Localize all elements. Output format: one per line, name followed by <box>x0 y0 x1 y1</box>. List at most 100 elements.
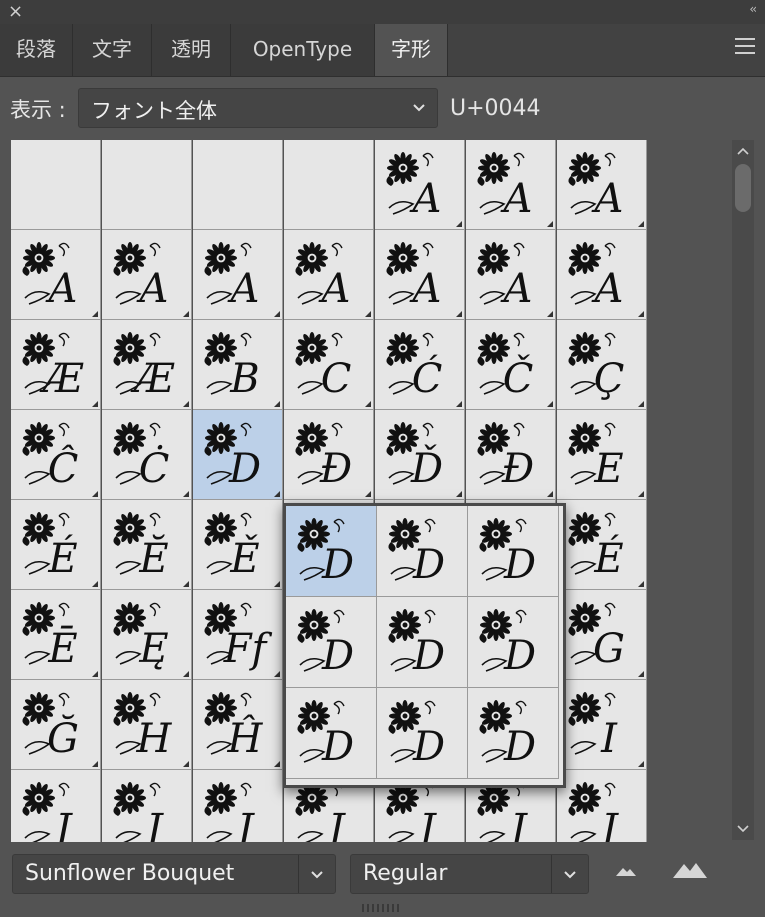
glyph-cell[interactable]: J <box>193 770 283 842</box>
font-style-dropdown[interactable]: Regular <box>350 854 589 894</box>
alternates-flag-icon <box>274 491 280 497</box>
alternate-glyph-cell[interactable]: D <box>468 597 559 688</box>
empty-glyph-cell[interactable] <box>284 140 374 230</box>
glyph-letter: A <box>318 266 351 312</box>
alternates-flag-icon <box>92 671 98 677</box>
glyph-cell[interactable]: J <box>11 770 101 842</box>
font-style-value: Regular <box>363 861 448 886</box>
glyph-letter: E <box>593 446 623 492</box>
glyph-letter: Ć <box>412 355 443 402</box>
empty-glyph-cell[interactable] <box>193 140 283 230</box>
alternate-glyph-cell[interactable]: D <box>286 688 377 779</box>
alternate-glyph-cell[interactable]: D <box>377 688 468 779</box>
glyph-cell[interactable]: Ę <box>102 590 192 680</box>
glyph-cell[interactable]: Ē <box>11 590 101 680</box>
alternate-glyph-cell[interactable]: D <box>468 688 559 779</box>
glyph-cell[interactable]: B <box>193 320 283 410</box>
mountain-small-icon[interactable] <box>614 864 638 878</box>
alternate-glyph-cell[interactable]: D <box>377 597 468 688</box>
glyph-letter: D <box>412 724 445 770</box>
chevron-down-icon <box>311 871 323 879</box>
mountain-large-icon[interactable] <box>672 860 708 880</box>
glyph-cell[interactable]: A <box>557 230 647 320</box>
glyph-cell[interactable]: Ĉ <box>11 410 101 500</box>
glyph-cell[interactable]: J <box>557 770 647 842</box>
glyph-cell[interactable]: Ç <box>557 320 647 410</box>
glyph-cell[interactable]: A <box>375 230 465 320</box>
alternates-flag-icon <box>547 401 553 407</box>
glyph-letter: Đ <box>501 446 534 492</box>
glyph-letter: Æ <box>39 356 84 402</box>
alternate-glyph-cell[interactable]: D <box>286 597 377 688</box>
alternates-flag-icon <box>365 311 371 317</box>
sunflower-glyph-art: É <box>22 512 78 582</box>
alternates-flag-icon <box>183 311 189 317</box>
scroll-up-icon[interactable] <box>737 146 749 156</box>
tab-opentype[interactable]: OpenType <box>231 24 375 76</box>
glyph-cell[interactable]: A <box>11 230 101 320</box>
font-family-dropdown[interactable]: Sunflower Bouquet <box>12 854 336 894</box>
sunflower-glyph-art: D <box>479 700 536 770</box>
scroll-thumb[interactable] <box>735 164 751 212</box>
glyph-cell[interactable]: E <box>557 410 647 500</box>
glyph-cell[interactable]: J <box>102 770 192 842</box>
close-icon[interactable]: × <box>8 1 23 22</box>
alternate-glyph-cell[interactable]: D <box>468 506 559 597</box>
sunflower-glyph-art: Č <box>477 332 533 402</box>
empty-glyph-cell[interactable] <box>11 140 101 230</box>
glyph-letter: A <box>227 266 260 312</box>
glyph-letter: J <box>503 806 528 842</box>
glyph-cell[interactable]: C <box>284 320 374 410</box>
glyph-cell[interactable]: É <box>557 500 647 590</box>
sunflower-glyph-art: D <box>388 518 445 588</box>
hamburger-menu-icon[interactable] <box>735 38 755 56</box>
alternate-glyph-cell[interactable]: D <box>377 506 468 597</box>
glyph-cell[interactable]: Æ <box>11 320 101 410</box>
glyph-cell[interactable]: Ě <box>193 500 283 590</box>
sunflower-glyph-art: Ĉ <box>22 422 78 492</box>
alternate-glyph-cell[interactable]: D <box>286 506 377 597</box>
glyph-cell[interactable]: D <box>193 410 283 500</box>
glyph-cell[interactable]: A <box>375 140 465 230</box>
tab-character[interactable]: 文字 <box>73 24 152 76</box>
glyph-cell[interactable]: A <box>102 230 192 320</box>
glyph-cell[interactable]: H <box>102 680 192 770</box>
glyph-cell[interactable]: Ĕ <box>102 500 192 590</box>
glyph-cell[interactable]: A <box>193 230 283 320</box>
glyph-cell[interactable]: É <box>11 500 101 590</box>
tab-transparency[interactable]: 透明 <box>152 24 231 76</box>
scroll-down-icon[interactable] <box>737 824 749 834</box>
collapse-panel-icon[interactable]: ‹‹ <box>749 2 756 16</box>
alternates-flag-icon <box>274 581 280 587</box>
tab-glyphs[interactable]: 字形 <box>375 24 448 76</box>
glyph-cell[interactable]: A <box>284 230 374 320</box>
alternates-flag-icon <box>547 491 553 497</box>
glyph-cell[interactable]: Ğ <box>11 680 101 770</box>
show-dropdown[interactable]: フォント全体 <box>78 88 438 128</box>
glyph-cell[interactable]: Ď <box>375 410 465 500</box>
tab-paragraph[interactable]: 段落 <box>0 24 73 76</box>
glyph-cell[interactable]: I <box>557 680 647 770</box>
sunflower-glyph-art: A <box>386 242 441 312</box>
resize-grip-icon[interactable] <box>362 904 402 912</box>
sunflower-glyph-art: Ę <box>113 602 169 672</box>
glyph-cell[interactable]: Ĥ <box>193 680 283 770</box>
empty-glyph-cell[interactable] <box>102 140 192 230</box>
show-label: 表示 : <box>10 98 66 122</box>
glyph-cell[interactable]: Đ <box>466 410 556 500</box>
glyph-cell[interactable]: Đ <box>284 410 374 500</box>
glyph-cell[interactable]: Ċ <box>102 410 192 500</box>
glyph-cell[interactable]: Ć <box>375 320 465 410</box>
glyph-cell[interactable]: A <box>466 230 556 320</box>
glyph-cell[interactable]: A <box>557 140 647 230</box>
sunflower-glyph-art: Đ <box>295 422 352 492</box>
glyph-cell[interactable]: Æ <box>102 320 192 410</box>
glyph-cell[interactable]: Ff <box>193 590 283 680</box>
glyph-cell[interactable]: A <box>466 140 556 230</box>
sunflower-glyph-art: Ĕ <box>113 512 169 582</box>
glyph-cell[interactable]: G <box>557 590 647 680</box>
alternates-flag-icon <box>638 221 644 227</box>
glyph-grid-scrollbar[interactable] <box>732 140 754 840</box>
glyph-cell[interactable]: Č <box>466 320 556 410</box>
alternates-flag-icon <box>183 401 189 407</box>
